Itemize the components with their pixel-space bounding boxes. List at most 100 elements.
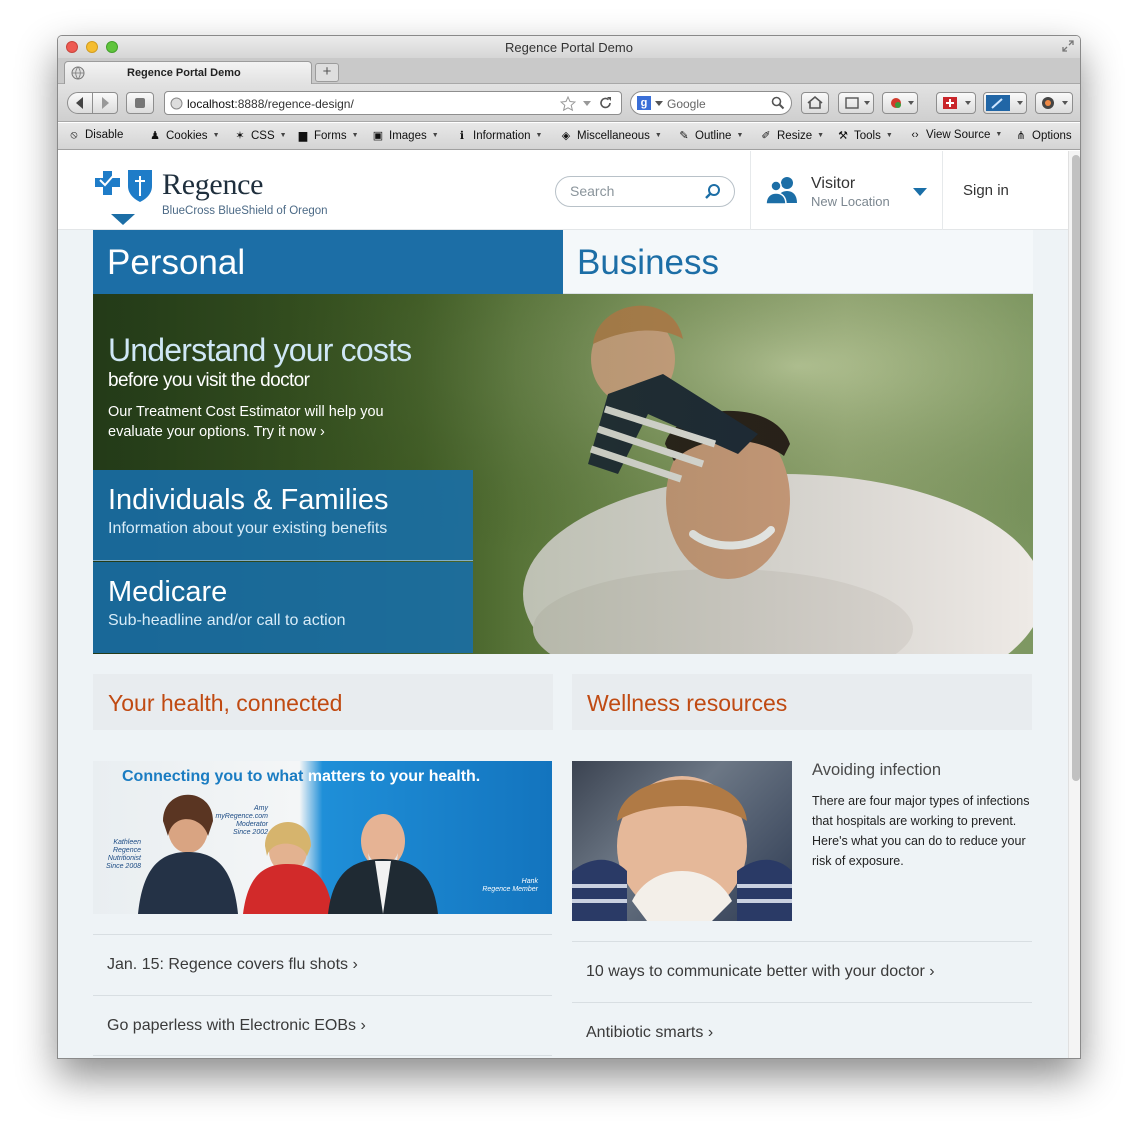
promo-subtitle: Sub-headline and/or call to action <box>108 612 346 629</box>
devbar-disable[interactable]: ⦸ Disable <box>68 129 123 142</box>
browser-tab[interactable]: Regence Portal Demo <box>64 61 312 84</box>
link-text: Antibiotic smarts › <box>586 1024 714 1041</box>
bookmark-star-icon[interactable] <box>560 96 576 111</box>
person-icon: ♟ <box>150 130 160 142</box>
caption-hank: Hank Regence Member <box>482 878 538 893</box>
eyedropper-icon <box>986 95 1023 111</box>
wrench-icon: ⚒ <box>838 130 848 142</box>
home-button[interactable] <box>801 92 829 114</box>
search-icon[interactable] <box>704 183 721 200</box>
active-tab-indicator <box>111 214 135 225</box>
promo-subtitle: Information about your existing benefits <box>108 520 388 537</box>
options-icon: ⋔ <box>1016 130 1026 142</box>
child-sneezing-photo[interactable] <box>572 761 792 921</box>
bookmarks-icon <box>845 97 870 109</box>
link-text: Go paperless with Electronic EOBs › <box>107 1017 366 1034</box>
photo-art <box>572 776 792 921</box>
brand-tagline: BlueCross BlueShield of Oregon <box>162 205 328 217</box>
visitor-location-menu[interactable]: Visitor New Location <box>750 151 943 230</box>
devbar-cookies[interactable]: ♟ Cookies ▼ <box>149 129 219 142</box>
google-icon[interactable]: g <box>637 96 651 110</box>
tab-business[interactable]: Business <box>563 230 1033 294</box>
news-link-flu-shots[interactable]: Jan. 15: Regence covers flu shots › <box>93 934 552 995</box>
code-icon: ‹› <box>911 129 919 141</box>
promo-title: Medicare <box>108 576 228 608</box>
extension-button[interactable] <box>126 92 154 114</box>
vertical-scrollbar[interactable] <box>1068 151 1080 1058</box>
connecting-banner[interactable]: Connecting you to what matters to your h… <box>93 761 552 914</box>
addon-button-2[interactable] <box>936 92 976 114</box>
brand-name[interactable]: Regence <box>162 168 263 202</box>
puzzle-icon <box>135 98 145 108</box>
devbar-options[interactable]: ⋔ Options <box>1015 129 1071 142</box>
window-title: Regence Portal Demo <box>505 40 633 55</box>
sign-in-link[interactable]: Sign in <box>963 182 1009 199</box>
hero-banner: Understand your costs before you visit t… <box>93 294 1033 654</box>
tab-strip: Regence Portal Demo + <box>58 58 1080 84</box>
caret-down-icon[interactable] <box>913 188 927 196</box>
devbar-css[interactable]: ✶ CSS ▼ <box>234 129 286 142</box>
wand-icon: ✶ <box>235 130 245 142</box>
image-icon: ▣ <box>372 130 384 142</box>
color-wheel-icon <box>1042 97 1068 109</box>
site-search-input[interactable] <box>570 183 700 199</box>
devbar-information[interactable]: ℹ Information ▼ <box>456 129 543 142</box>
site-header: Regence BlueCross BlueShield of Oregon V… <box>58 151 1068 230</box>
devbar-tools[interactable]: ⚒ Tools ▼ <box>837 129 893 142</box>
forward-arrow-icon <box>102 97 109 109</box>
news-link-electronic-eobs[interactable]: Go paperless with Electronic EOBs › <box>93 995 552 1056</box>
back-button[interactable] <box>67 92 93 114</box>
page-viewport: Regence BlueCross BlueShield of Oregon V… <box>58 151 1068 1058</box>
browser-window: Regence Portal Demo Regence Portal Demo … <box>57 35 1081 1059</box>
globe-icon <box>71 66 85 80</box>
back-arrow-icon <box>76 97 83 109</box>
bookmarks-button[interactable] <box>838 92 874 114</box>
section-heading-wellness: Wellness resources <box>572 674 1032 730</box>
forward-button[interactable] <box>92 92 118 114</box>
home-icon <box>807 95 823 109</box>
link-text: Jan. 15: Regence covers flu shots › <box>107 956 358 973</box>
tab-business-label: Business <box>577 243 720 282</box>
hero-subheadline: before you visit the doctor <box>108 370 310 391</box>
new-tab-button[interactable]: + <box>315 63 339 82</box>
addon-icon <box>943 97 971 109</box>
article-summary: There are four major types of infections… <box>812 794 1030 868</box>
promo-individuals-families[interactable]: Individuals & Families Information about… <box>93 470 473 561</box>
pencil-icon: ✎ <box>679 130 689 142</box>
promo-medicare[interactable]: Medicare Sub-headline and/or call to act… <box>93 562 473 653</box>
visitor-label: Visitor <box>811 175 856 192</box>
clipboard-icon: ▆ <box>298 130 308 142</box>
cube-icon: ◈ <box>561 130 571 142</box>
devbar-view-source[interactable]: ‹› View Source ▼ <box>909 129 1002 141</box>
reload-icon[interactable] <box>598 96 613 111</box>
web-search-box[interactable]: g Google <box>630 91 792 115</box>
magnifier-icon <box>771 96 785 110</box>
addon-button-1[interactable] <box>882 92 918 114</box>
devbar-images[interactable]: ▣ Images ▼ <box>372 129 439 142</box>
info-icon: ℹ <box>459 130 465 142</box>
wellness-link-antibiotic[interactable]: Antibiotic smarts › <box>572 1002 1032 1058</box>
caption-kathleen: Kathleen Regence Nutritionist Since 2008 <box>105 839 141 870</box>
url-bar[interactable]: localhost:8888/regence-design/ <box>164 91 622 115</box>
site-identity-icon <box>170 97 183 110</box>
wellness-link-communicate[interactable]: 10 ways to communicate better with your … <box>572 941 1032 1002</box>
scrollbar-thumb[interactable] <box>1072 155 1080 781</box>
article-title[interactable]: Avoiding infection <box>812 761 941 780</box>
section-title: Wellness resources <box>587 690 788 716</box>
hero-cta-text[interactable]: Our Treatment Cost Estimator will help y… <box>108 402 438 442</box>
blue-cross-shield-logo-icon[interactable] <box>92 168 156 202</box>
hero-headline: Understand your costs <box>108 332 412 368</box>
addon-button-4[interactable] <box>1035 92 1073 114</box>
devbar-outline[interactable]: ✎ Outline ▼ <box>678 129 743 142</box>
tab-personal-label: Personal <box>107 243 246 282</box>
disable-icon: ⦸ <box>70 129 78 141</box>
navigation-toolbar: localhost:8888/regence-design/ g Google <box>58 84 1080 122</box>
tab-personal[interactable]: Personal <box>93 230 563 294</box>
devbar-forms[interactable]: ▆ Forms ▼ <box>297 129 359 142</box>
fullscreen-icon[interactable] <box>1062 40 1074 52</box>
addon-button-3[interactable] <box>983 92 1027 114</box>
devbar-miscellaneous[interactable]: ◈ Miscellaneous ▼ <box>560 129 662 142</box>
dropdown-arrow-icon[interactable] <box>582 100 592 108</box>
devbar-resize[interactable]: ✐ Resize ▼ <box>760 129 824 142</box>
promo-title: Individuals & Families <box>108 484 389 516</box>
